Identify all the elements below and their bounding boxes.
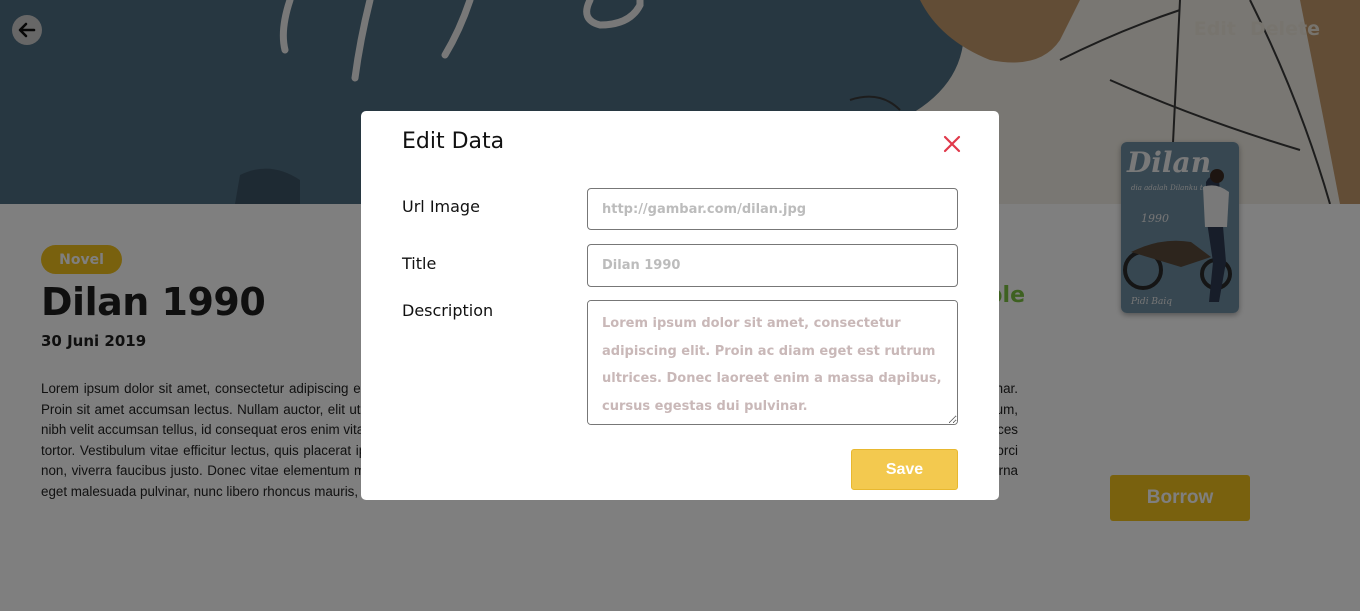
title-label: Title [402, 254, 437, 273]
close-button[interactable] [941, 133, 963, 155]
description-textarea[interactable] [587, 300, 958, 425]
url-image-input[interactable] [587, 188, 958, 230]
url-image-label: Url Image [402, 197, 480, 216]
description-label: Description [402, 301, 494, 320]
edit-data-modal: Edit Data Url Image Title Description Sa… [361, 111, 999, 500]
save-button[interactable]: Save [851, 449, 958, 490]
close-icon [943, 135, 961, 153]
title-input[interactable] [587, 244, 958, 287]
modal-title: Edit Data [402, 129, 505, 154]
